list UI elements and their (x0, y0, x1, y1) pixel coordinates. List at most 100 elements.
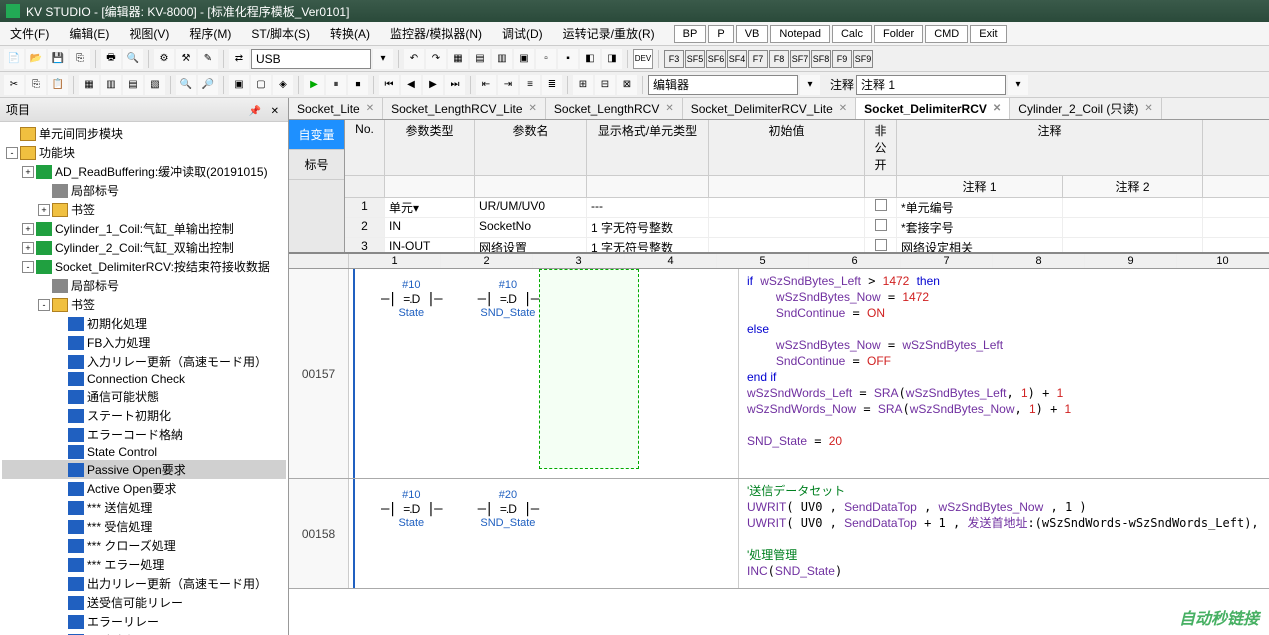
paste-icon[interactable]: 📋 (48, 75, 68, 95)
menu-btn-bp[interactable]: BP (674, 25, 707, 43)
param-grid[interactable]: No. 参数类型 参数名 显示格式/单元类型 初始值 非公开 注释 注释 1 注… (345, 120, 1269, 252)
comment-combo[interactable] (856, 75, 1006, 95)
g4-icon[interactable]: ▧ (145, 75, 165, 95)
tab[interactable]: Cylinder_2_Coil (只读)✕ (1010, 98, 1161, 119)
t7-icon[interactable]: ◧ (580, 49, 600, 69)
checkbox[interactable] (875, 199, 887, 211)
t5-icon[interactable]: ▫ (536, 49, 556, 69)
tree-item[interactable]: State Control (2, 444, 286, 460)
col-c2[interactable]: 注释 2 (1063, 176, 1203, 197)
menu-btn-notepad[interactable]: Notepad (770, 25, 830, 43)
t1-icon[interactable]: ▦ (448, 49, 468, 69)
t2-icon[interactable]: ▤ (470, 49, 490, 69)
menu-debug[interactable]: 调试(D) (492, 22, 553, 45)
rung-00157[interactable]: 00157 #10 —| =.D |— State #10 —| =.D |— … (289, 269, 1269, 479)
sf-button-f9[interactable]: F9 (832, 50, 852, 68)
pin-icon[interactable]: 📌 (246, 106, 264, 117)
tree-item[interactable]: エラーリレー (2, 612, 286, 631)
tree-item[interactable]: -功能块 (2, 143, 286, 162)
cut-icon[interactable]: ✂ (4, 75, 24, 95)
contact-state[interactable]: #10 —| =.D |— State (381, 489, 442, 529)
comm-combo[interactable] (251, 49, 371, 69)
g3-icon[interactable]: ▤ (123, 75, 143, 95)
menu-btn-calc[interactable]: Calc (832, 25, 872, 43)
col-disp[interactable]: 显示格式/单元类型 (587, 120, 709, 175)
tree-item[interactable]: 出力リレー更新（高速モード用） (2, 574, 286, 593)
first-icon[interactable]: ⏮ (379, 75, 399, 95)
menu-convert[interactable]: 转换(A) (320, 22, 380, 45)
s4-icon[interactable]: ≣ (542, 75, 562, 95)
tree-item[interactable]: 初期化処理 (2, 314, 286, 333)
expand-icon[interactable]: + (22, 223, 34, 235)
tree-item[interactable]: Passive Open要求 (2, 460, 286, 479)
sf-button-sf8[interactable]: SF8 (811, 50, 831, 68)
tree-item[interactable]: +书签 (2, 200, 286, 219)
close-icon[interactable]: ✕ (1144, 103, 1152, 114)
new-icon[interactable]: 📄 (4, 49, 24, 69)
tree-item[interactable]: -书签 (2, 295, 286, 314)
sf-button-sf7[interactable]: SF7 (790, 50, 810, 68)
x3-icon[interactable]: ⊠ (617, 75, 637, 95)
tree-item[interactable]: Connection Check (2, 371, 286, 387)
rung-code-1[interactable]: if wSzSndBytes_Left > 1472 then wSzSndBy… (739, 269, 1269, 478)
tree-item[interactable]: 送受信可能リレー (2, 593, 286, 612)
tab[interactable]: Socket_DelimiterRCV✕ (856, 98, 1010, 119)
editor-combo[interactable] (648, 75, 798, 95)
menu-monitor[interactable]: 监控器/模拟器(N) (380, 22, 492, 45)
redo-icon[interactable]: ↷ (426, 49, 446, 69)
tree-item[interactable]: 单元间同步模块 (2, 124, 286, 143)
tree-item[interactable]: *** 送信処理 (2, 498, 286, 517)
t6-icon[interactable]: ▪ (558, 49, 578, 69)
tab[interactable]: Socket_LengthRCV✕ (546, 98, 683, 119)
table-row[interactable]: 2INSocketNo1 字无符号整数*套接字号 (345, 218, 1269, 238)
next-icon[interactable]: ▶ (423, 75, 443, 95)
tree-item[interactable]: 局部标号 (2, 276, 286, 295)
project-tree[interactable]: 单元间同步模块-功能块+AD_ReadBuffering:缓冲读取(201910… (0, 122, 288, 635)
menu-btn-cmd[interactable]: CMD (925, 25, 968, 43)
sf-button-sf4[interactable]: SF4 (727, 50, 747, 68)
usb-icon[interactable]: ⇄ (229, 49, 249, 69)
menu-record[interactable]: 运转记录/重放(R) (553, 22, 665, 45)
play-icon[interactable]: ▶ (304, 75, 324, 95)
rung-ladder-1[interactable]: #10 —| =.D |— State #10 —| =.D |— SND_St… (349, 269, 739, 478)
sf-button-f7[interactable]: F7 (748, 50, 768, 68)
menu-file[interactable]: 文件(F) (0, 22, 59, 45)
s3-icon[interactable]: ≡ (520, 75, 540, 95)
m2-icon[interactable]: ▢ (251, 75, 271, 95)
tree-item[interactable]: *** エラー処理 (2, 555, 286, 574)
close-icon[interactable]: ✕ (839, 103, 847, 114)
table-row[interactable]: 3IN-OUT网络设置1 字无符号整数网络设定相关 (345, 238, 1269, 252)
col-ptype[interactable]: 参数类型 (385, 120, 475, 175)
col-c1[interactable]: 注释 1 (897, 176, 1063, 197)
dev-icon[interactable]: DEV (633, 49, 653, 69)
menu-program[interactable]: 程序(M) (179, 22, 241, 45)
undo-icon[interactable]: ↶ (404, 49, 424, 69)
tree-item[interactable]: エラーコード格納 (2, 425, 286, 444)
expand-icon[interactable]: + (22, 166, 34, 178)
prev-icon[interactable]: ◀ (401, 75, 421, 95)
expand-icon[interactable]: + (22, 242, 34, 254)
t4-icon[interactable]: ▣ (514, 49, 534, 69)
tool3-icon[interactable]: ✎ (198, 49, 218, 69)
sidetab-variables[interactable]: 自变量 (289, 120, 344, 150)
tree-item[interactable]: FB出力処理 (2, 631, 286, 635)
tree-item[interactable]: Active Open要求 (2, 479, 286, 498)
tool-icon[interactable]: ⚙ (154, 49, 174, 69)
tree-item[interactable]: +AD_ReadBuffering:缓冲读取(20191015) (2, 162, 286, 181)
menu-btn-p[interactable]: P (708, 25, 733, 43)
menu-edit[interactable]: 编辑(E) (59, 22, 119, 45)
findnext-icon[interactable]: 🔎 (198, 75, 218, 95)
open-icon[interactable]: 📂 (26, 49, 46, 69)
tab[interactable]: Socket_LengthRCV_Lite✕ (383, 98, 546, 119)
last-icon[interactable]: ⏭ (445, 75, 465, 95)
chevron-down-icon[interactable]: ▾ (373, 49, 393, 69)
tree-item[interactable]: 局部标号 (2, 181, 286, 200)
col-comment[interactable]: 注释 (897, 120, 1203, 175)
menu-btn-exit[interactable]: Exit (970, 25, 1006, 43)
checkbox[interactable] (875, 239, 887, 251)
t8-icon[interactable]: ◨ (602, 49, 622, 69)
sidetab-labels[interactable]: 标号 (289, 150, 344, 180)
col-no[interactable]: No. (345, 120, 385, 175)
expand-icon[interactable]: + (38, 204, 50, 216)
close-icon[interactable]: ✕ (993, 103, 1001, 114)
